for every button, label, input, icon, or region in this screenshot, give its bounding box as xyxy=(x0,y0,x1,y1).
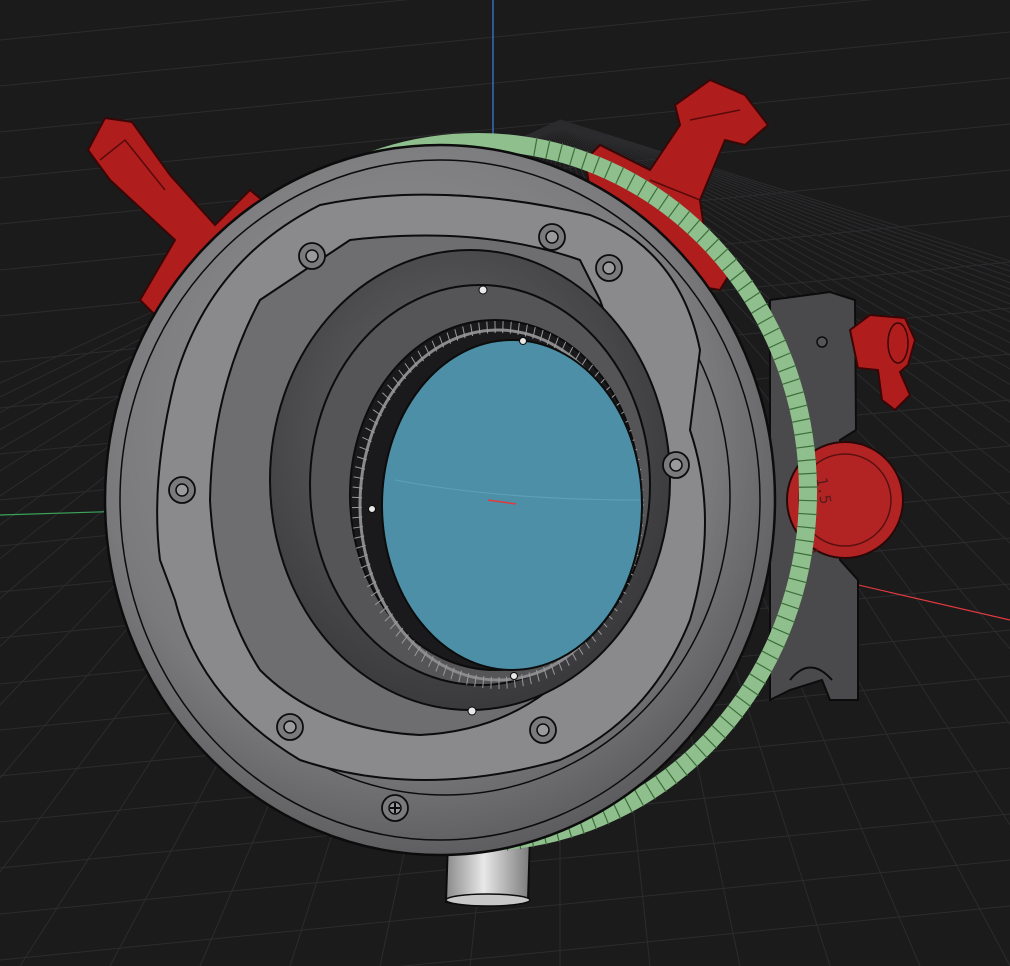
cad-scene[interactable]: 1.5 1 xyxy=(0,0,1010,966)
3d-viewport[interactable]: 1.5 1 xyxy=(0,0,1010,966)
lens-glass[interactable] xyxy=(381,339,643,671)
side-knob[interactable] xyxy=(848,313,917,412)
